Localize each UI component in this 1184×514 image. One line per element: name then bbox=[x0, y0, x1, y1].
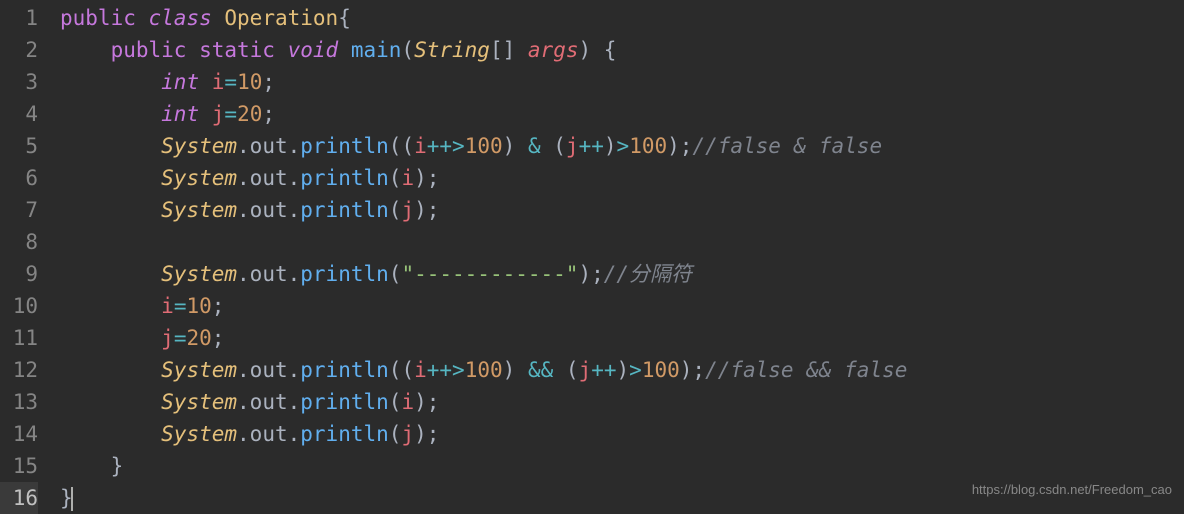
code-line[interactable]: System.out.println((i++>100) & (j++)>100… bbox=[60, 130, 1184, 162]
code-line[interactable]: System.out.println(j); bbox=[60, 418, 1184, 450]
code-line[interactable]: public class Operation{ bbox=[60, 2, 1184, 34]
line-number: 1 bbox=[0, 2, 38, 34]
line-number: 16 bbox=[0, 482, 38, 514]
line-number: 5 bbox=[0, 130, 38, 162]
line-number: 3 bbox=[0, 66, 38, 98]
line-number: 14 bbox=[0, 418, 38, 450]
code-line[interactable]: System.out.println(i); bbox=[60, 162, 1184, 194]
code-editor[interactable]: 1 2 3 4 5 6 7 8 9 10 11 12 13 14 15 16 p… bbox=[0, 0, 1184, 514]
code-line[interactable]: i=10; bbox=[60, 290, 1184, 322]
code-line[interactable]: int i=10; bbox=[60, 66, 1184, 98]
code-line[interactable]: System.out.println((i++>100) && (j++)>10… bbox=[60, 354, 1184, 386]
line-number: 2 bbox=[0, 34, 38, 66]
line-number: 9 bbox=[0, 258, 38, 290]
code-line[interactable]: System.out.println("------------");//分隔符 bbox=[60, 258, 1184, 290]
line-number: 12 bbox=[0, 354, 38, 386]
line-number: 10 bbox=[0, 290, 38, 322]
line-number: 7 bbox=[0, 194, 38, 226]
line-number: 4 bbox=[0, 98, 38, 130]
code-line[interactable]: System.out.println(i); bbox=[60, 386, 1184, 418]
line-number: 8 bbox=[0, 226, 38, 258]
code-area[interactable]: public class Operation{ public static vo… bbox=[50, 0, 1184, 514]
line-number: 13 bbox=[0, 386, 38, 418]
code-line[interactable]: int j=20; bbox=[60, 98, 1184, 130]
line-number-gutter: 1 2 3 4 5 6 7 8 9 10 11 12 13 14 15 16 bbox=[0, 0, 50, 514]
cursor-icon bbox=[71, 487, 73, 511]
code-line[interactable]: j=20; bbox=[60, 322, 1184, 354]
line-number: 11 bbox=[0, 322, 38, 354]
code-line[interactable]: public static void main(String[] args) { bbox=[60, 34, 1184, 66]
line-number: 15 bbox=[0, 450, 38, 482]
code-line[interactable] bbox=[60, 226, 1184, 258]
code-line[interactable]: System.out.println(j); bbox=[60, 194, 1184, 226]
line-number: 6 bbox=[0, 162, 38, 194]
watermark-text: https://blog.csdn.net/Freedom_cao bbox=[972, 474, 1172, 506]
